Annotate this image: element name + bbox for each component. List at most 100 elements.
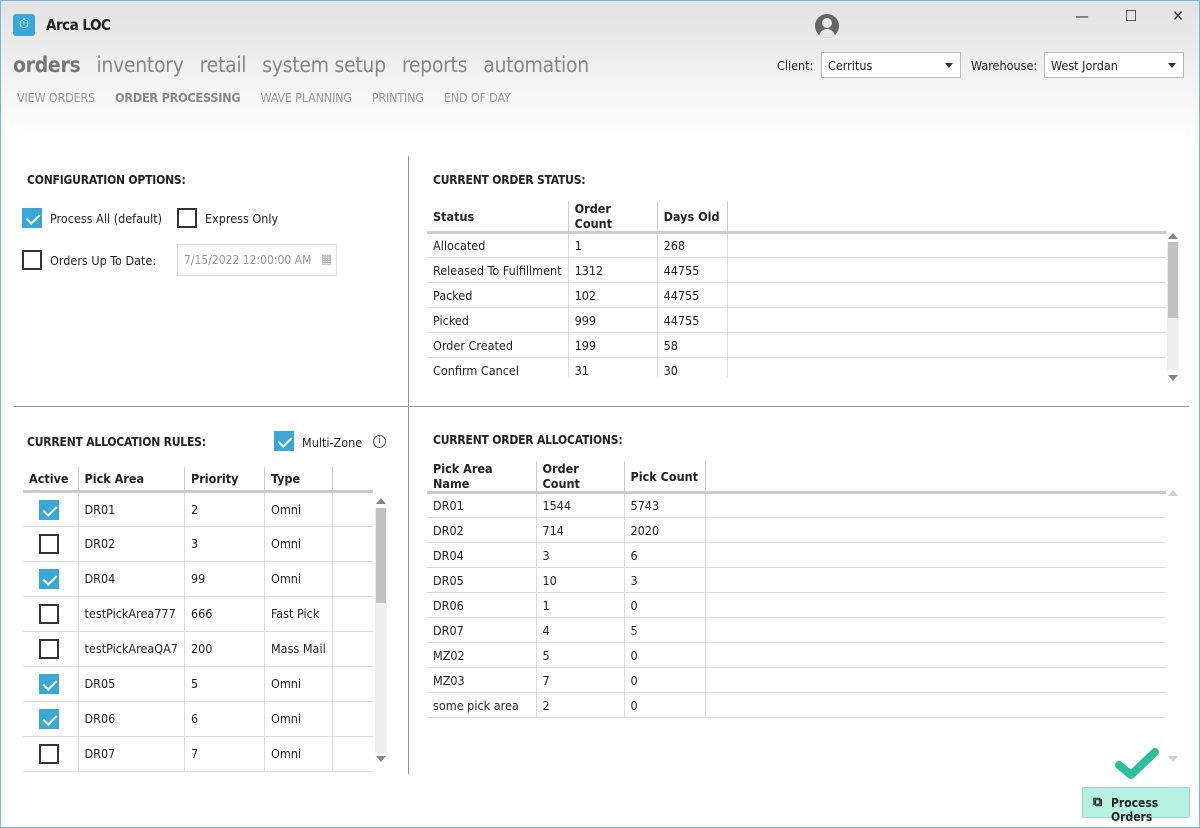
client-select[interactable]: Cerritus [821, 52, 961, 78]
table-row[interactable]: DR02 3 Omni [23, 526, 373, 562]
active-cell [23, 561, 79, 597]
warehouse-label: Warehouse: [971, 58, 1038, 73]
pick-area-cell: DR07 [78, 736, 185, 772]
status-cell: Allocated [427, 232, 569, 258]
active-checkbox[interactable] [39, 533, 59, 554]
process-all-checkbox[interactable] [22, 208, 42, 228]
user-avatar-icon[interactable] [815, 14, 839, 38]
empty-cell [727, 357, 1166, 377]
scroll-thumb[interactable] [1168, 242, 1178, 318]
scroll-down-icon[interactable] [376, 756, 386, 762]
rules-scrollbar[interactable] [375, 508, 387, 753]
table-row[interactable]: Packed 102 44755 [427, 282, 1166, 308]
scroll-thumb[interactable] [376, 508, 386, 603]
table-row[interactable]: DR07 4 5 [427, 617, 1166, 643]
scroll-down-icon[interactable] [1168, 756, 1178, 762]
table-row[interactable]: DR06 6 Omni [23, 701, 373, 737]
minimize-button[interactable]: — [1067, 7, 1097, 25]
tab-wave-planning[interactable]: WAVE PLANNING [260, 90, 352, 105]
column-order-count[interactable]: Order Count [568, 201, 658, 234]
sub-nav: VIEW ORDERS ORDER PROCESSING WAVE PLANNI… [17, 90, 511, 105]
nav-system-setup[interactable]: system setup [262, 53, 386, 77]
pick-area-name-cell: DR06 [427, 592, 537, 618]
allocation-rules-title: CURRENT ALLOCATION RULES: [27, 435, 206, 449]
status-scrollbar[interactable] [1167, 242, 1179, 370]
table-row[interactable]: Order Created 199 58 [427, 332, 1166, 358]
scroll-up-icon[interactable] [376, 498, 386, 504]
maximize-button[interactable]: ☐ [1116, 7, 1146, 25]
express-only-checkbox[interactable] [177, 208, 197, 228]
table-row[interactable]: DR06 1 0 [427, 592, 1166, 618]
table-row[interactable]: DR01 2 Omni [23, 491, 373, 527]
calendar-icon[interactable]: ▦ [321, 252, 332, 267]
table-row[interactable]: DR02 714 2020 [427, 517, 1166, 543]
table-row[interactable]: MZ02 5 0 [427, 642, 1166, 668]
column-pick-area-name[interactable]: Pick Area Name [427, 461, 537, 494]
active-checkbox[interactable] [39, 499, 59, 520]
pick-area-cell: testPickArea777 [78, 596, 185, 632]
orders-up-to-date-label: Orders Up To Date: [50, 253, 157, 268]
empty-cell [705, 592, 1166, 618]
pick-area-cell: DR02 [78, 526, 185, 562]
table-row[interactable]: DR04 3 6 [427, 542, 1166, 568]
column-priority[interactable]: Priority [184, 467, 265, 493]
table-row[interactable]: Allocated 1 268 [427, 232, 1166, 258]
scroll-up-icon[interactable] [1168, 490, 1178, 496]
column-pick-area[interactable]: Pick Area [78, 467, 185, 493]
table-row[interactable]: DR05 5 Omni [23, 666, 373, 702]
active-checkbox[interactable] [39, 673, 59, 694]
pick-area-cell: DR01 [78, 491, 185, 527]
order-allocations-table: Pick Area Name Order Count Pick Count DR… [427, 461, 1166, 721]
nav-automation[interactable]: automation [483, 53, 589, 77]
nav-orders[interactable]: orders [13, 53, 81, 77]
scroll-down-icon[interactable] [1168, 375, 1178, 381]
date-input[interactable]: 7/15/2022 12:00:00 AM ▦ [177, 244, 337, 276]
tab-order-processing[interactable]: ORDER PROCESSING [115, 90, 241, 105]
table-row[interactable]: Confirm Cancel 31 30 [427, 357, 1166, 377]
column-type[interactable]: Type [264, 467, 333, 493]
table-row[interactable]: DR05 10 3 [427, 567, 1166, 593]
table-row[interactable]: testPickAreaQA7 200 Mass Mail [23, 631, 373, 667]
empty-cell [705, 492, 1166, 518]
order-count-cell: 4 [536, 617, 625, 643]
tab-end-of-day[interactable]: END OF DAY [444, 90, 511, 105]
table-row[interactable]: MZ03 7 0 [427, 667, 1166, 693]
tab-printing[interactable]: PRINTING [372, 90, 424, 105]
orders-up-to-date-checkbox[interactable] [22, 250, 42, 270]
column-days-old[interactable]: Days Old [657, 201, 728, 234]
scroll-up-icon[interactable] [1168, 233, 1178, 239]
order-count-cell: 10 [536, 567, 625, 593]
express-only-label: Express Only [205, 211, 279, 226]
column-order-count[interactable]: Order Count [536, 461, 625, 494]
warehouse-select[interactable]: West Jordan [1044, 52, 1184, 78]
table-row[interactable]: Picked 999 44755 [427, 307, 1166, 333]
table-row[interactable]: DR01 1544 5743 [427, 492, 1166, 518]
column-active[interactable]: Active [23, 467, 79, 493]
order-count-cell: 1544 [536, 492, 625, 518]
active-checkbox[interactable] [39, 568, 59, 589]
tab-view-orders[interactable]: VIEW ORDERS [17, 90, 95, 105]
type-cell: Omni [264, 666, 333, 702]
table-row[interactable]: Released To Fulfillment 1312 44755 [427, 257, 1166, 283]
close-button[interactable]: ✕ [1163, 7, 1193, 25]
info-icon[interactable]: i [373, 435, 386, 448]
multi-zone-checkbox[interactable] [274, 431, 294, 451]
nav-reports[interactable]: reports [402, 53, 468, 77]
active-checkbox[interactable] [39, 603, 59, 624]
table-row[interactable]: some pick area 2 0 [427, 692, 1166, 718]
active-checkbox[interactable] [39, 638, 59, 659]
column-pick-count[interactable]: Pick Count [624, 461, 706, 494]
active-checkbox[interactable] [39, 708, 59, 729]
order-count-cell: 999 [568, 307, 658, 333]
table-row[interactable]: DR04 99 Omni [23, 561, 373, 597]
nav-retail[interactable]: retail [200, 53, 247, 77]
pick-count-cell: 2020 [624, 517, 706, 543]
nav-inventory[interactable]: inventory [96, 53, 184, 77]
process-orders-button[interactable]: ⧉ Process Orders [1082, 787, 1190, 824]
order-count-cell: 5 [536, 642, 625, 668]
table-row[interactable]: DR07 7 Omni [23, 736, 373, 772]
active-checkbox[interactable] [39, 743, 59, 764]
active-cell [23, 596, 79, 632]
column-status[interactable]: Status [427, 201, 569, 234]
table-row[interactable]: testPickArea777 666 Fast Pick [23, 596, 373, 632]
